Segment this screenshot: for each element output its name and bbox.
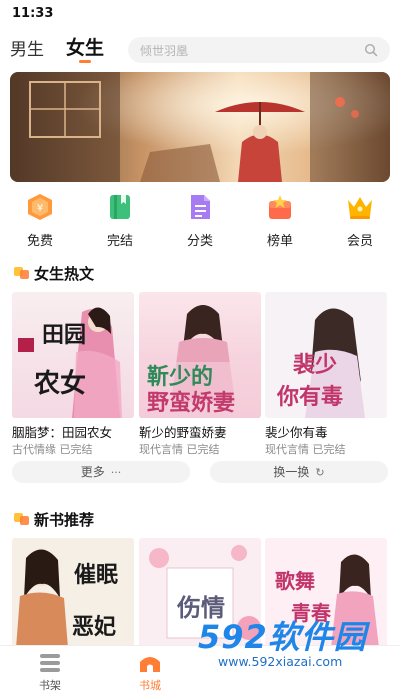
new-section-title: 新书推荐	[34, 511, 95, 529]
promo-banner[interactable]	[10, 72, 390, 182]
book-cover-art: 催眠 恶妃	[12, 538, 134, 648]
ranking-icon	[269, 195, 291, 219]
book-title[interactable]: 靳少的野蛮娇妻	[139, 422, 263, 441]
hot-section-header: 女生热文	[14, 262, 314, 284]
menu-free[interactable]: ¥ 免费	[8, 190, 72, 250]
book-category: 现代言情	[139, 443, 183, 456]
book-cover-art: 田园 农女	[12, 292, 134, 418]
tab-bookshelf-label: 书架	[39, 679, 61, 692]
book-category: 现代言情	[265, 443, 309, 456]
book-category: 古代情缘	[12, 443, 56, 456]
new-section-header: 新书推荐	[14, 508, 314, 530]
menu-finished[interactable]: 完结	[88, 190, 152, 250]
hot-section-title: 女生热文	[34, 265, 95, 283]
book-cover-art: 靳少的 野蛮娇妻	[139, 292, 261, 418]
svg-text:田园: 田园	[42, 322, 86, 348]
refresh-icon: ↻	[315, 466, 325, 479]
book-cover[interactable]: 催眠 恶妃	[12, 538, 134, 648]
menu-vip[interactable]: 会员	[328, 190, 392, 250]
more-label: 更多	[80, 465, 105, 479]
search-icon[interactable]	[364, 43, 378, 57]
tab-male[interactable]: 男生	[10, 35, 44, 60]
finished-book-icon	[110, 195, 130, 219]
more-button[interactable]: 更多 ···	[12, 461, 190, 483]
book-meta: 现代言情 已完结	[265, 441, 389, 457]
book-cover[interactable]: 靳少的 野蛮娇妻	[139, 292, 261, 418]
book-status: 已完结	[312, 443, 346, 456]
banner-illustration	[10, 72, 390, 182]
quick-menu: ¥ 免费 完结 分类 榜单 会员	[0, 190, 400, 250]
svg-text:恶妃: 恶妃	[72, 614, 116, 640]
tab-bookstore[interactable]: 书城	[120, 652, 180, 698]
watermark-logo: 592软件园 www.592xiazai.com	[198, 612, 398, 682]
svg-text:你有毒: 你有毒	[276, 384, 343, 410]
menu-ranking[interactable]: 榜单	[248, 190, 312, 250]
section-squares-icon	[14, 513, 29, 525]
watermark-main-text: 592软件园	[198, 618, 367, 656]
refresh-label: 换一换	[273, 465, 310, 479]
section-squares-icon	[14, 267, 29, 279]
book-status: 已完结	[186, 443, 220, 456]
book-cover[interactable]: 裴少 你有毒	[265, 292, 387, 418]
svg-text:野蛮娇妻: 野蛮娇妻	[147, 390, 235, 416]
free-coin-icon: ¥	[28, 194, 52, 220]
status-time: 11:33	[12, 6, 54, 21]
book-status: 已完结	[59, 443, 93, 456]
book-title[interactable]: 裴少你有毒	[265, 422, 389, 441]
svg-text:催眠: 催眠	[74, 562, 118, 588]
tab-bookstore-label: 书城	[139, 679, 161, 692]
menu-finished-label: 完结	[106, 234, 133, 249]
book-cover-art: 裴少 你有毒	[265, 292, 387, 418]
svg-text:裴少: 裴少	[293, 352, 337, 378]
category-doc-icon	[191, 195, 210, 219]
svg-text:¥: ¥	[37, 203, 43, 214]
more-dots-icon: ···	[110, 466, 122, 479]
menu-category-label: 分类	[186, 234, 213, 249]
menu-vip-label: 会员	[346, 234, 373, 249]
menu-ranking-label: 榜单	[266, 234, 293, 249]
search-input[interactable]: 倾世羽凰	[128, 37, 390, 63]
search-placeholder: 倾世羽凰	[140, 44, 189, 58]
vip-crown-icon	[348, 197, 372, 219]
tab-female[interactable]: 女生	[66, 33, 104, 60]
menu-category[interactable]: 分类	[168, 190, 232, 250]
bookshelf-icon	[40, 654, 60, 672]
active-tab-indicator	[79, 60, 91, 63]
watermark-url-text: www.592xiazai.com	[218, 654, 343, 669]
book-meta: 现代言情 已完结	[139, 441, 263, 457]
tab-bookshelf[interactable]: 书架	[20, 652, 80, 698]
book-cover[interactable]: 田园 农女	[12, 292, 134, 418]
bookstore-icon	[140, 657, 160, 672]
status-bar: 11:33	[0, 0, 400, 30]
book-title[interactable]: 胭脂梦：田园农女	[12, 422, 136, 441]
svg-text:歌舞: 歌舞	[275, 569, 315, 593]
top-nav: 男生 女生 倾世羽凰	[0, 32, 400, 66]
svg-text:靳少的: 靳少的	[147, 364, 213, 390]
menu-free-label: 免费	[26, 234, 53, 249]
book-card[interactable]: 催眠 恶妃	[12, 538, 134, 648]
book-meta: 古代情缘 已完结	[12, 441, 136, 457]
refresh-button[interactable]: 换一换 ↻	[210, 461, 388, 483]
svg-text:农女: 农女	[33, 368, 86, 399]
